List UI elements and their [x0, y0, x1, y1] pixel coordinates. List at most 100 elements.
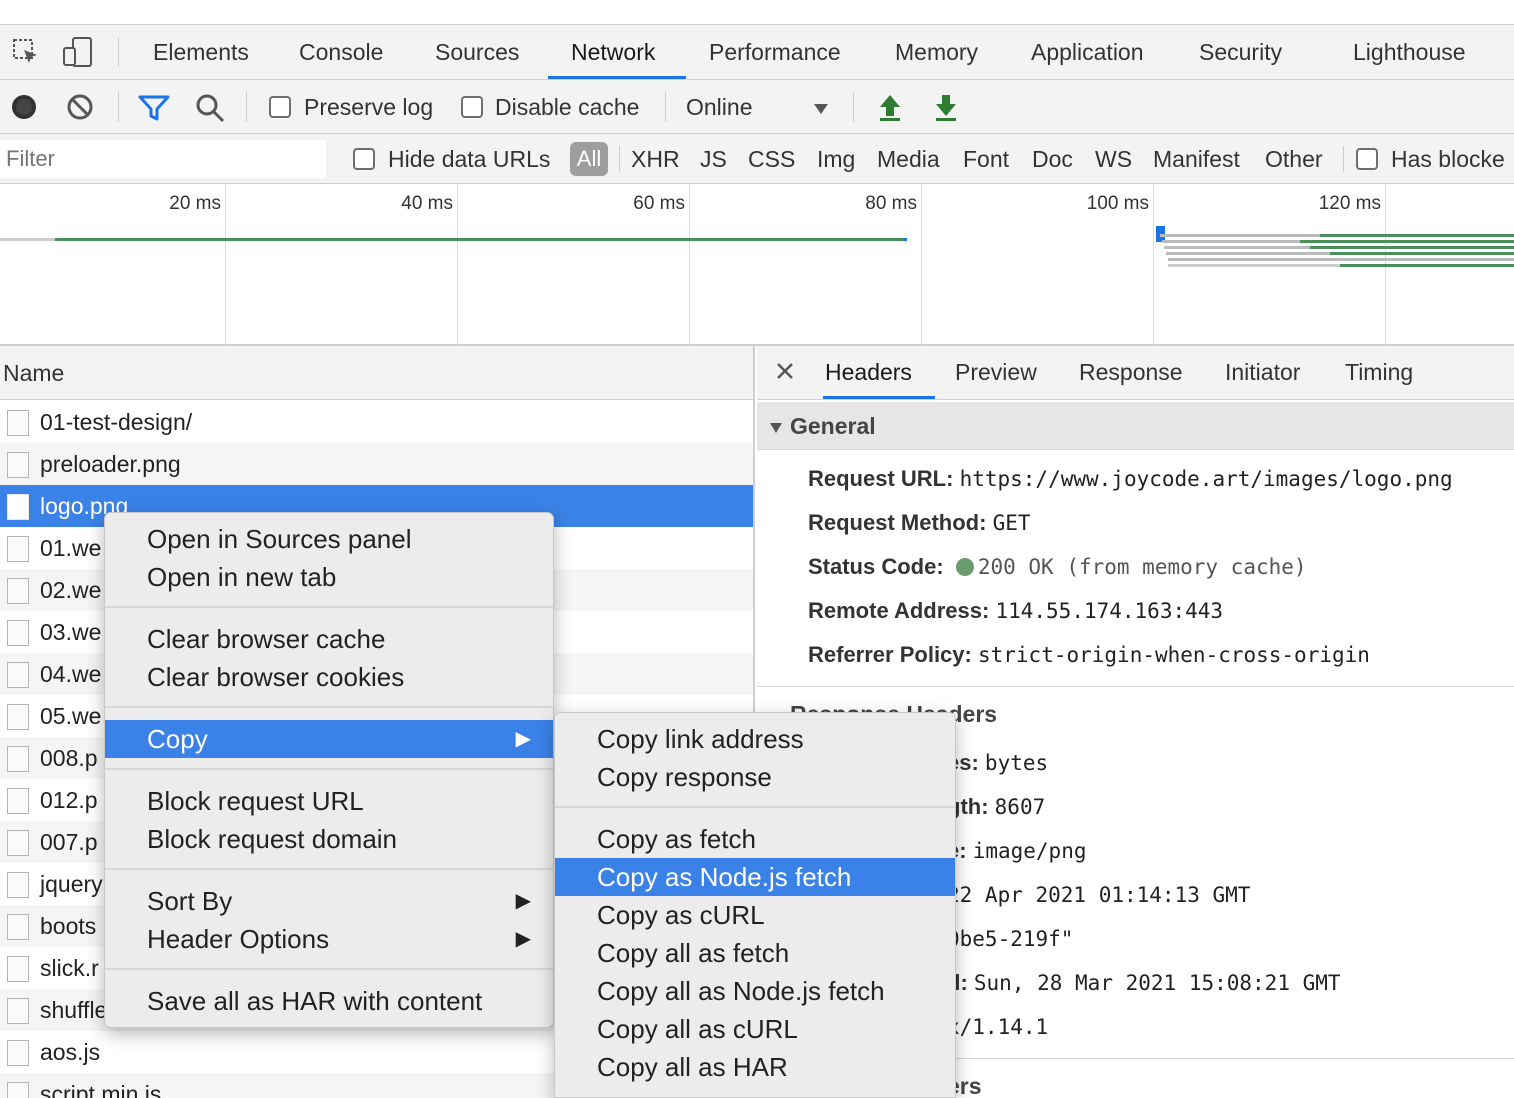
- filter-type-manifest[interactable]: Manifest: [1153, 134, 1240, 184]
- name-column-header[interactable]: Name: [0, 346, 753, 400]
- tab-headers[interactable]: Headers: [825, 346, 912, 398]
- filter-type-css[interactable]: CSS: [748, 134, 795, 184]
- menu-item-clear-cookies[interactable]: Clear browser cookies: [105, 658, 553, 696]
- menu-item-copy-link-address[interactable]: Copy link address: [555, 720, 955, 758]
- timeline-tick: 120 ms: [1318, 193, 1381, 214]
- context-menu: Open in Sources panel Open in new tab Cl…: [104, 512, 554, 1028]
- tab-network[interactable]: Network: [571, 25, 655, 79]
- filter-type-ws[interactable]: WS: [1095, 134, 1132, 184]
- menu-item-block-domain[interactable]: Block request domain: [105, 820, 553, 858]
- timeline-bar: [55, 238, 905, 241]
- script-file-icon: [7, 1040, 29, 1066]
- request-row[interactable]: 01-test-design/: [0, 401, 753, 443]
- menu-item-copy-all-as-har[interactable]: Copy all as HAR: [555, 1048, 955, 1086]
- menu-item-block-url[interactable]: Block request URL: [105, 782, 553, 820]
- request-name: aos.js: [40, 1039, 101, 1065]
- preserve-log-checkbox[interactable]: [269, 96, 291, 118]
- script-file-icon: [7, 914, 29, 940]
- menu-item-copy-as-nodejs-fetch[interactable]: Copy as Node.js fetch: [555, 858, 955, 896]
- script-file-icon: [7, 872, 29, 898]
- request-url-row: Request URL: https://www.joycode.art/ima…: [808, 466, 1453, 491]
- image-file-icon: [7, 830, 29, 856]
- network-overview-timeline[interactable]: 20 ms 40 ms 60 ms 80 ms 100 ms 120 ms: [0, 184, 1514, 346]
- image-file-icon: [7, 704, 29, 730]
- timeline-bar: [1310, 246, 1514, 249]
- clear-icon[interactable]: [66, 93, 94, 121]
- menu-item-copy-all-as-nodejs-fetch[interactable]: Copy all as Node.js fetch: [555, 972, 955, 1010]
- timeline-bar: [1320, 234, 1514, 237]
- filter-input[interactable]: [0, 140, 326, 178]
- menu-item-copy-all-as-curl[interactable]: Copy all as cURL: [555, 1010, 955, 1048]
- filter-type-all[interactable]: All: [570, 142, 608, 176]
- tab-elements[interactable]: Elements: [153, 25, 249, 79]
- tab-lighthouse[interactable]: Lighthouse: [1353, 25, 1466, 79]
- menu-item-copy-response[interactable]: Copy response: [555, 758, 955, 796]
- request-name: boots: [40, 913, 97, 939]
- device-toolbar-icon[interactable]: [62, 36, 94, 68]
- menu-item-save-har[interactable]: Save all as HAR with content: [105, 982, 553, 1020]
- menu-item-open-in-sources[interactable]: Open in Sources panel: [105, 520, 553, 558]
- tab-performance[interactable]: Performance: [709, 25, 841, 79]
- request-name: 008.p: [40, 745, 98, 771]
- response-header-row: gth: 8607: [947, 794, 1046, 819]
- active-tab-indicator: [823, 396, 935, 399]
- filter-type-xhr[interactable]: XHR: [631, 134, 680, 184]
- menu-item-header-options[interactable]: Header Options ▶: [105, 920, 553, 958]
- menu-item-copy-as-curl[interactable]: Copy as cURL: [555, 896, 955, 934]
- image-file-icon: [7, 578, 29, 604]
- export-har-icon[interactable]: [932, 92, 960, 122]
- request-name: 01-test-design/: [40, 409, 193, 435]
- search-icon[interactable]: [195, 93, 225, 123]
- response-header-row: es: bytes: [947, 750, 1049, 775]
- inspect-element-icon[interactable]: [12, 38, 40, 66]
- submenu-arrow-icon: ▶: [515, 890, 531, 912]
- timeline-tick: 100 ms: [1086, 193, 1149, 214]
- filter-type-js[interactable]: JS: [700, 134, 727, 184]
- tab-console[interactable]: Console: [299, 25, 383, 79]
- request-row[interactable]: preloader.png: [0, 443, 753, 485]
- throttling-select[interactable]: Online: [686, 80, 752, 134]
- request-name: shuffle: [40, 997, 108, 1023]
- tab-security[interactable]: Security: [1199, 25, 1282, 79]
- filter-type-img[interactable]: Img: [817, 134, 855, 184]
- has-blocked-cookies-checkbox[interactable]: [1356, 148, 1378, 170]
- menu-item-copy[interactable]: Copy ▶: [105, 720, 553, 758]
- tab-timing[interactable]: Timing: [1345, 346, 1413, 398]
- detail-tab-bar: Headers Preview Response Initiator Timin…: [757, 346, 1514, 400]
- timeline-bar: [1168, 258, 1514, 261]
- image-file-icon: [7, 746, 29, 772]
- hide-data-urls-checkbox[interactable]: [353, 148, 375, 170]
- menu-item-open-in-new-tab[interactable]: Open in new tab: [105, 558, 553, 596]
- menu-item-clear-cache[interactable]: Clear browser cache: [105, 620, 553, 658]
- script-file-icon: [7, 998, 29, 1024]
- tab-preview[interactable]: Preview: [955, 346, 1037, 398]
- menu-item-copy-all-as-fetch[interactable]: Copy all as fetch: [555, 934, 955, 972]
- timeline-bar: [903, 238, 907, 241]
- response-header-row: 0be5-219f": [947, 927, 1074, 951]
- import-har-icon[interactable]: [876, 92, 904, 122]
- filter-icon[interactable]: [138, 94, 170, 122]
- request-name: 012.p: [40, 787, 98, 813]
- general-section-header[interactable]: General: [757, 402, 1514, 450]
- filter-type-other[interactable]: Other: [1265, 134, 1323, 184]
- filter-type-doc[interactable]: Doc: [1032, 134, 1073, 184]
- filter-type-font[interactable]: Font: [963, 134, 1009, 184]
- tab-memory[interactable]: Memory: [895, 25, 978, 79]
- image-file-icon: [7, 662, 29, 688]
- response-header-row: d: Sun, 28 Mar 2021 15:08:21 GMT: [947, 970, 1341, 995]
- close-icon[interactable]: [775, 361, 795, 381]
- tab-application[interactable]: Application: [1031, 25, 1144, 79]
- request-name: preloader.png: [40, 451, 181, 477]
- disable-cache-checkbox[interactable]: [461, 96, 483, 118]
- menu-item-copy-as-fetch[interactable]: Copy as fetch: [555, 820, 955, 858]
- record-icon[interactable]: [10, 93, 38, 121]
- document-file-icon: [7, 410, 29, 436]
- request-name: 05.we: [40, 703, 102, 729]
- chevron-down-icon[interactable]: [813, 102, 829, 114]
- menu-item-sort-by[interactable]: Sort By ▶: [105, 882, 553, 920]
- tab-sources[interactable]: Sources: [435, 25, 519, 79]
- tab-initiator[interactable]: Initiator: [1225, 346, 1300, 398]
- timeline-tick: 40 ms: [401, 193, 453, 214]
- filter-type-media[interactable]: Media: [877, 134, 940, 184]
- tab-response[interactable]: Response: [1079, 346, 1183, 398]
